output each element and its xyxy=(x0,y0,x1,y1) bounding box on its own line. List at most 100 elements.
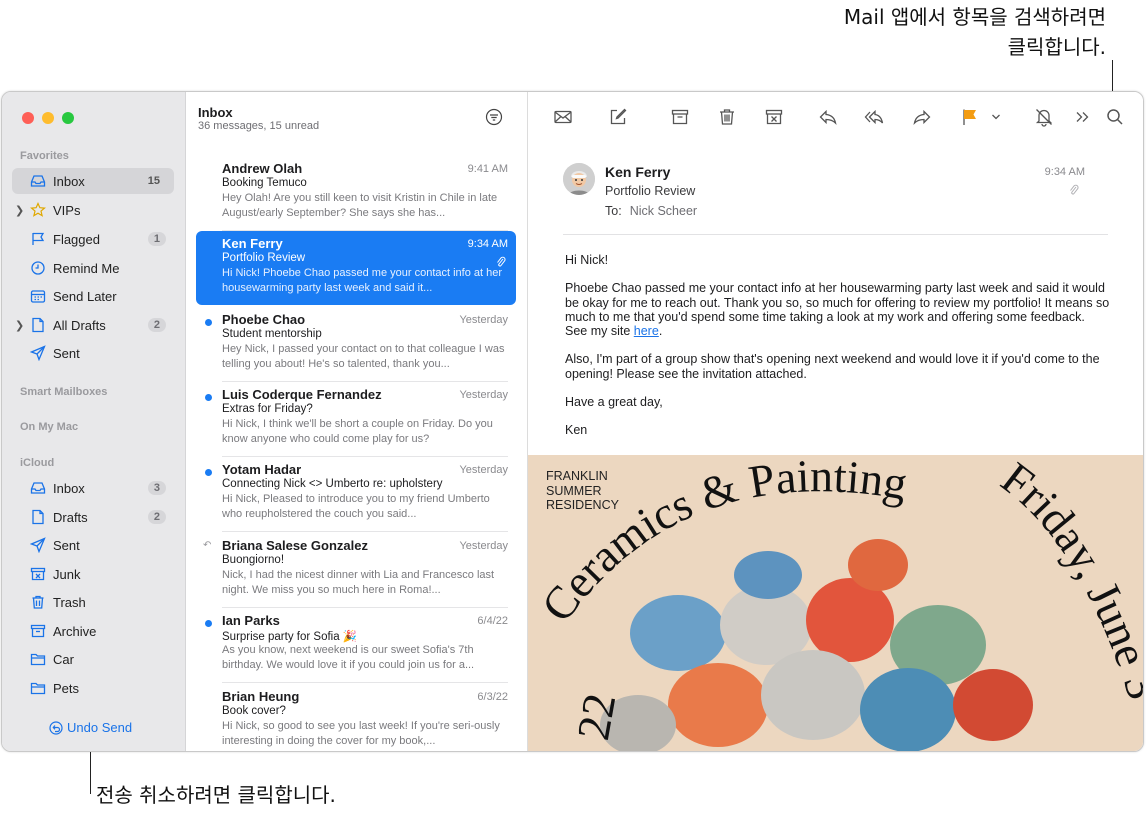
chevron-right-icon[interactable]: ❯ xyxy=(15,319,24,332)
sidebar-item-label: Archive xyxy=(53,623,97,639)
sidebar-item-inbox[interactable]: Inbox 15 xyxy=(12,168,174,194)
row-divider xyxy=(222,531,508,532)
sidebar-item-label: Pets xyxy=(53,680,80,696)
reply-icon[interactable] xyxy=(818,107,838,127)
message-preview: Hey Nick, I passed your contact on to th… xyxy=(222,343,505,370)
filter-icon[interactable] xyxy=(485,108,503,126)
zoom-window-button[interactable] xyxy=(62,112,74,124)
message-date: Yesterday xyxy=(459,314,508,326)
message-row[interactable]: ↶ Briana Salese Gonzalez Yesterday Buong… xyxy=(196,533,516,608)
sidebar-item-sent[interactable]: Sent xyxy=(12,340,174,366)
unread-dot xyxy=(205,394,212,401)
sidebar-item-icloud-car[interactable]: Car xyxy=(12,646,174,672)
minimize-window-button[interactable] xyxy=(42,112,54,124)
chevron-right-icon[interactable]: ❯ xyxy=(15,204,24,217)
sidebar-item-send-later[interactable]: Send Later xyxy=(12,283,174,309)
sidebar-item-icloud-archive[interactable]: Archive xyxy=(12,618,174,644)
replied-icon: ↶ xyxy=(203,540,212,551)
sidebar-item-icloud-pets[interactable]: Pets xyxy=(12,675,174,701)
count-badge: 3 xyxy=(147,481,166,495)
count-badge: 1 xyxy=(147,232,166,246)
forward-icon[interactable] xyxy=(912,107,932,127)
close-window-button[interactable] xyxy=(22,112,34,124)
junk-icon[interactable] xyxy=(764,107,784,127)
email-time: 9:34 AM xyxy=(1044,166,1085,178)
icloud-header[interactable]: iCloud xyxy=(20,457,54,469)
archive-icon xyxy=(30,624,46,638)
message-preview: Hi Nick, I think we'll be short a couple… xyxy=(222,418,493,445)
message-subject: Booking Temuco xyxy=(222,177,307,189)
paperplane-icon xyxy=(30,537,46,553)
sidebar-item-label: Car xyxy=(53,651,74,667)
undo-arrow-icon xyxy=(49,720,63,735)
message-row[interactable]: Brian Heung 6/3/22 Book cover? Hi Nick, … xyxy=(196,684,516,751)
message-row-selected[interactable]: Ken Ferry 9:34 AM Portfolio Review Hi Ni… xyxy=(196,231,516,305)
search-icon[interactable] xyxy=(1105,107,1125,127)
message-date: 6/3/22 xyxy=(477,691,508,703)
mail-window: Favorites Inbox 15 ❯ VIPs Flagged 1 Remi… xyxy=(1,91,1144,752)
message-sender: Briana Salese Gonzalez xyxy=(222,538,368,553)
smart-mailboxes-header[interactable]: Smart Mailboxes xyxy=(20,386,107,398)
message-subject: Extras for Friday? xyxy=(222,403,313,415)
message-sender: Andrew Olah xyxy=(222,161,303,176)
trash-icon[interactable] xyxy=(717,107,737,127)
on-my-mac-header[interactable]: On My Mac xyxy=(20,421,78,433)
email-paragraph: Also, I'm part of a group show that's op… xyxy=(565,352,1100,381)
message-subject: Book cover? xyxy=(222,705,286,717)
email-greeting: Hi Nick! xyxy=(565,253,609,267)
archive-icon[interactable] xyxy=(670,107,690,127)
sidebar-item-remind-me[interactable]: Remind Me xyxy=(12,255,174,281)
unread-count-badge: 15 xyxy=(147,175,160,187)
undo-send-button[interactable]: Undo Send xyxy=(49,720,132,735)
mailbox-message-count: 36 messages, 15 unread xyxy=(198,120,320,132)
email-sender: Ken Ferry xyxy=(605,164,671,180)
email-recipients: To: Nick Scheer xyxy=(605,204,697,218)
message-row[interactable]: Ian Parks 6/4/22 Surprise party for Sofi… xyxy=(196,608,516,683)
header-divider xyxy=(563,234,1108,235)
message-subject: Student mentorship xyxy=(222,328,322,340)
unread-dot xyxy=(205,469,212,476)
chevron-down-icon[interactable] xyxy=(990,107,1002,127)
sidebar-item-label: Sent xyxy=(53,345,80,361)
email-subject: Portfolio Review xyxy=(605,184,696,198)
unread-dot xyxy=(205,319,212,326)
message-date: Yesterday xyxy=(459,540,508,552)
message-row[interactable]: Andrew Olah 9:41 AM Booking Temuco Hey O… xyxy=(196,156,516,231)
sidebar-item-label: Junk xyxy=(53,566,81,582)
sidebar-item-icloud-sent[interactable]: Sent xyxy=(12,532,174,558)
unread-dot xyxy=(205,620,212,627)
sidebar-item-flagged[interactable]: Flagged 1 xyxy=(12,226,174,252)
message-subject: Portfolio Review xyxy=(222,252,306,264)
message-row[interactable]: Luis Coderque Fernandez Yesterday Extras… xyxy=(196,382,516,457)
flag-icon[interactable] xyxy=(960,107,980,127)
compose-icon[interactable] xyxy=(608,107,628,127)
sidebar-item-label: Sent xyxy=(53,537,80,553)
sidebar-item-all-drafts[interactable]: ❯ All Drafts 2 xyxy=(12,312,174,338)
sidebar-item-label: Send Later xyxy=(53,288,117,304)
sidebar-item-icloud-trash[interactable]: Trash xyxy=(12,589,174,615)
recipient-name[interactable]: Nick Scheer xyxy=(630,204,697,218)
sidebar-item-icloud-drafts[interactable]: Drafts 2 xyxy=(12,504,174,530)
poster-brand-line: RESIDENCY xyxy=(546,498,619,512)
site-link[interactable]: here xyxy=(634,324,659,338)
message-row[interactable]: Phoebe Chao Yesterday Student mentorship… xyxy=(196,307,516,382)
envelope-icon[interactable] xyxy=(553,107,573,127)
poster-artwork: Ceramics & Painting Friday, June 3 22 xyxy=(531,455,1143,751)
sidebar-item-label: Trash xyxy=(53,594,86,610)
message-preview: Hey Olah! Are you still keen to visit Kr… xyxy=(222,192,498,219)
sidebar-item-icloud-inbox[interactable]: Inbox 3 xyxy=(12,475,174,501)
message-preview: As you know, next weekend is our sweet S… xyxy=(222,644,475,671)
calendar-icon xyxy=(30,290,46,303)
sidebar-item-vips[interactable]: ❯ VIPs xyxy=(12,197,174,223)
poster-brand-line: SUMMER xyxy=(546,483,602,498)
clay-letters-sculpture xyxy=(600,539,1033,751)
count-badge: 2 xyxy=(147,318,166,332)
message-sender: Ken Ferry xyxy=(222,236,283,251)
sidebar-item-label: Remind Me xyxy=(53,260,120,276)
bell-slash-icon[interactable] xyxy=(1034,107,1054,127)
reply-all-icon[interactable] xyxy=(864,107,884,127)
message-row[interactable]: Yotam Hadar Yesterday Connecting Nick <>… xyxy=(196,457,516,532)
invitation-image: Ceramics & Painting Friday, June 3 22 FR… xyxy=(528,455,1143,751)
more-chevrons-icon[interactable] xyxy=(1073,107,1093,127)
sidebar-item-icloud-junk[interactable]: Junk xyxy=(12,561,174,587)
